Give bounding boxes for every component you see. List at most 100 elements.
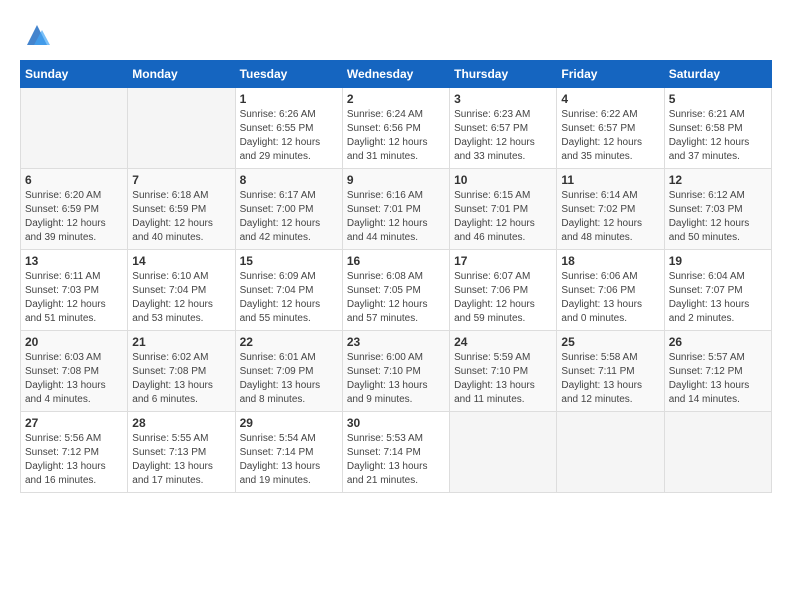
day-info: Sunrise: 5:58 AMSunset: 7:11 PMDaylight:…	[561, 351, 659, 407]
day-info: Sunrise: 5:59 AMSunset: 7:10 PMDaylight:…	[454, 351, 552, 407]
day-number: 1	[240, 92, 338, 106]
day-cell	[128, 88, 235, 169]
day-cell: 14 Sunrise: 6:10 AMSunset: 7:04 PMDayligh…	[128, 250, 235, 331]
day-cell: 30Sunrise: 5:53 AMSunset: 7:14 PMDayligh…	[342, 412, 449, 493]
day-cell: 17 Sunrise: 6:07 AMSunset: 7:06 PMDayligh…	[450, 250, 557, 331]
day-info: Sunrise: 6:11 AMSunset: 7:03 PMDaylight:…	[25, 270, 123, 326]
header-day-friday: Friday	[557, 61, 664, 88]
day-info: Sunrise: 6:01 AMSunset: 7:09 PMDaylight:…	[240, 351, 338, 407]
day-info: Sunrise: 6:24 AMSunset: 6:56 PMDaylight:…	[347, 108, 445, 164]
day-info: Sunrise: 6:04 AMSunset: 7:07 PMDaylight:…	[669, 270, 767, 326]
day-number: 23	[347, 335, 445, 349]
day-cell: 10Sunrise: 6:15 AMSunset: 7:01 PMDayligh…	[450, 169, 557, 250]
day-number: 7	[132, 173, 230, 187]
day-cell	[21, 88, 128, 169]
header-day-monday: Monday	[128, 61, 235, 88]
day-cell: 24 Sunrise: 5:59 AMSunset: 7:10 PMDayligh…	[450, 331, 557, 412]
page-header	[20, 20, 772, 50]
day-cell: 13 Sunrise: 6:11 AMSunset: 7:03 PMDayligh…	[21, 250, 128, 331]
day-cell	[557, 412, 664, 493]
day-cell	[450, 412, 557, 493]
day-cell: 18 Sunrise: 6:06 AMSunset: 7:06 PMDayligh…	[557, 250, 664, 331]
header-row: SundayMondayTuesdayWednesdayThursdayFrid…	[21, 61, 772, 88]
logo-icon	[22, 20, 52, 50]
day-number: 20	[25, 335, 123, 349]
day-info: Sunrise: 6:12 AMSunset: 7:03 PMDaylight:…	[669, 189, 767, 245]
day-cell: 15Sunrise: 6:09 AMSunset: 7:04 PMDayligh…	[235, 250, 342, 331]
day-cell: 1 Sunrise: 6:26 AMSunset: 6:55 PMDaylight…	[235, 88, 342, 169]
day-cell	[664, 412, 771, 493]
day-number: 24	[454, 335, 552, 349]
day-cell: 7 Sunrise: 6:18 AMSunset: 6:59 PMDaylight…	[128, 169, 235, 250]
day-number: 13	[25, 254, 123, 268]
day-info: Sunrise: 6:26 AMSunset: 6:55 PMDaylight:…	[240, 108, 338, 164]
day-info: Sunrise: 5:56 AMSunset: 7:12 PMDaylight:…	[25, 432, 123, 488]
week-row-4: 20 Sunrise: 6:03 AMSunset: 7:08 PMDayligh…	[21, 331, 772, 412]
day-info: Sunrise: 6:10 AMSunset: 7:04 PMDaylight:…	[132, 270, 230, 326]
day-number: 17	[454, 254, 552, 268]
day-number: 19	[669, 254, 767, 268]
day-info: Sunrise: 5:55 AMSunset: 7:13 PMDaylight:…	[132, 432, 230, 488]
week-row-1: 1 Sunrise: 6:26 AMSunset: 6:55 PMDaylight…	[21, 88, 772, 169]
day-info: Sunrise: 5:57 AMSunset: 7:12 PMDaylight:…	[669, 351, 767, 407]
day-cell: 12 Sunrise: 6:12 AMSunset: 7:03 PMDayligh…	[664, 169, 771, 250]
day-cell: 8Sunrise: 6:17 AMSunset: 7:00 PMDaylight…	[235, 169, 342, 250]
header-day-thursday: Thursday	[450, 61, 557, 88]
day-number: 9	[347, 173, 445, 187]
day-cell: 23 Sunrise: 6:00 AMSunset: 7:10 PMDayligh…	[342, 331, 449, 412]
day-info: Sunrise: 6:18 AMSunset: 6:59 PMDaylight:…	[132, 189, 230, 245]
day-number: 3	[454, 92, 552, 106]
day-number: 16	[347, 254, 445, 268]
calendar-header: SundayMondayTuesdayWednesdayThursdayFrid…	[21, 61, 772, 88]
day-info: Sunrise: 6:06 AMSunset: 7:06 PMDaylight:…	[561, 270, 659, 326]
day-cell: 9 Sunrise: 6:16 AMSunset: 7:01 PMDaylight…	[342, 169, 449, 250]
day-number: 28	[132, 416, 230, 430]
day-info: Sunrise: 6:09 AMSunset: 7:04 PMDaylight:…	[240, 270, 338, 326]
day-cell: 5 Sunrise: 6:21 AMSunset: 6:58 PMDaylight…	[664, 88, 771, 169]
day-number: 5	[669, 92, 767, 106]
day-cell: 22Sunrise: 6:01 AMSunset: 7:09 PMDayligh…	[235, 331, 342, 412]
week-row-3: 13 Sunrise: 6:11 AMSunset: 7:03 PMDayligh…	[21, 250, 772, 331]
day-info: Sunrise: 6:03 AMSunset: 7:08 PMDaylight:…	[25, 351, 123, 407]
day-cell: 11 Sunrise: 6:14 AMSunset: 7:02 PMDayligh…	[557, 169, 664, 250]
day-number: 29	[240, 416, 338, 430]
day-number: 2	[347, 92, 445, 106]
day-info: Sunrise: 6:17 AMSunset: 7:00 PMDaylight:…	[240, 189, 338, 245]
day-info: Sunrise: 6:20 AMSunset: 6:59 PMDaylight:…	[25, 189, 123, 245]
day-number: 4	[561, 92, 659, 106]
day-cell: 6 Sunrise: 6:20 AMSunset: 6:59 PMDaylight…	[21, 169, 128, 250]
day-cell: 2 Sunrise: 6:24 AMSunset: 6:56 PMDaylight…	[342, 88, 449, 169]
calendar-body: 1 Sunrise: 6:26 AMSunset: 6:55 PMDaylight…	[21, 88, 772, 493]
day-cell: 4Sunrise: 6:22 AMSunset: 6:57 PMDaylight…	[557, 88, 664, 169]
day-number: 6	[25, 173, 123, 187]
day-number: 25	[561, 335, 659, 349]
week-row-2: 6 Sunrise: 6:20 AMSunset: 6:59 PMDaylight…	[21, 169, 772, 250]
day-cell: 29Sunrise: 5:54 AMSunset: 7:14 PMDayligh…	[235, 412, 342, 493]
day-info: Sunrise: 6:21 AMSunset: 6:58 PMDaylight:…	[669, 108, 767, 164]
header-day-tuesday: Tuesday	[235, 61, 342, 88]
day-info: Sunrise: 6:07 AMSunset: 7:06 PMDaylight:…	[454, 270, 552, 326]
day-cell: 27Sunrise: 5:56 AMSunset: 7:12 PMDayligh…	[21, 412, 128, 493]
day-cell: 25 Sunrise: 5:58 AMSunset: 7:11 PMDayligh…	[557, 331, 664, 412]
calendar-table: SundayMondayTuesdayWednesdayThursdayFrid…	[20, 60, 772, 493]
day-info: Sunrise: 6:02 AMSunset: 7:08 PMDaylight:…	[132, 351, 230, 407]
day-cell: 16 Sunrise: 6:08 AMSunset: 7:05 PMDayligh…	[342, 250, 449, 331]
day-info: Sunrise: 5:53 AMSunset: 7:14 PMDaylight:…	[347, 432, 445, 488]
day-number: 21	[132, 335, 230, 349]
day-number: 11	[561, 173, 659, 187]
day-info: Sunrise: 6:16 AMSunset: 7:01 PMDaylight:…	[347, 189, 445, 245]
day-cell: 26Sunrise: 5:57 AMSunset: 7:12 PMDayligh…	[664, 331, 771, 412]
day-number: 12	[669, 173, 767, 187]
logo	[20, 20, 52, 50]
day-info: Sunrise: 6:15 AMSunset: 7:01 PMDaylight:…	[454, 189, 552, 245]
day-number: 18	[561, 254, 659, 268]
header-day-sunday: Sunday	[21, 61, 128, 88]
day-info: Sunrise: 6:14 AMSunset: 7:02 PMDaylight:…	[561, 189, 659, 245]
day-cell: 28 Sunrise: 5:55 AMSunset: 7:13 PMDayligh…	[128, 412, 235, 493]
day-info: Sunrise: 6:23 AMSunset: 6:57 PMDaylight:…	[454, 108, 552, 164]
header-day-wednesday: Wednesday	[342, 61, 449, 88]
day-info: Sunrise: 6:00 AMSunset: 7:10 PMDaylight:…	[347, 351, 445, 407]
day-number: 14	[132, 254, 230, 268]
day-info: Sunrise: 6:08 AMSunset: 7:05 PMDaylight:…	[347, 270, 445, 326]
week-row-5: 27Sunrise: 5:56 AMSunset: 7:12 PMDayligh…	[21, 412, 772, 493]
